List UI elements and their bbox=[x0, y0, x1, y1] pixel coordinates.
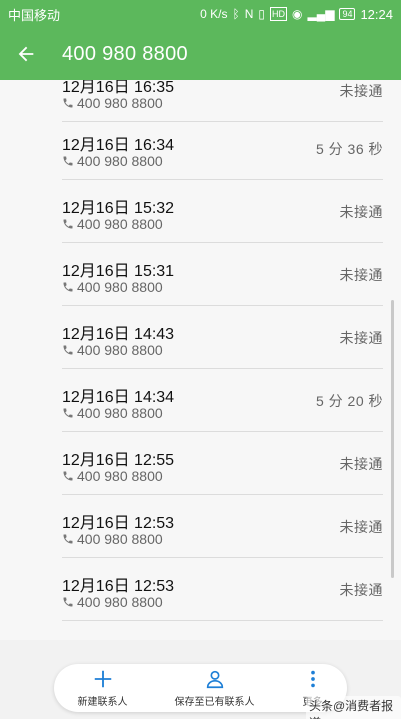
save-to-existing-label: 保存至已有联系人 bbox=[174, 697, 255, 708]
list-item[interactable]: 12月16日 14:43 400 980 8800 未接通 bbox=[62, 306, 383, 369]
call-number-text: 400 980 8800 bbox=[77, 153, 163, 169]
phone-icon bbox=[63, 408, 73, 418]
signal-icon: ▂▄▆ bbox=[307, 7, 335, 21]
call-duration: 未接通 bbox=[339, 83, 383, 99]
list-item[interactable]: 12月16日 16:34 400 980 8800 5 分 36 秒 bbox=[62, 117, 383, 180]
phone-icon bbox=[63, 156, 73, 166]
list-item[interactable]: 12月16日 15:31 400 980 8800 未接通 bbox=[62, 243, 383, 306]
phone-icon bbox=[63, 345, 73, 355]
call-date: 12月16日 16:34 bbox=[62, 137, 175, 154]
phone-icon bbox=[63, 471, 73, 481]
call-duration: 5 分 36 秒 bbox=[315, 141, 383, 157]
call-date: 12月16日 15:31 bbox=[62, 263, 175, 280]
call-number: 400 980 8800 bbox=[62, 216, 163, 232]
phone-icon bbox=[63, 282, 73, 292]
page-title: 400 980 8800 bbox=[62, 42, 188, 65]
phone-icon bbox=[63, 534, 73, 544]
call-number: 400 980 8800 bbox=[62, 531, 163, 547]
list-item[interactable]: 12月16日 12:55 400 980 8800 未接通 bbox=[62, 432, 383, 495]
call-date: 12月16日 12:53 bbox=[62, 515, 175, 532]
call-number-text: 400 980 8800 bbox=[77, 342, 163, 358]
vibrate-icon: ▯ bbox=[258, 7, 265, 21]
call-number: 400 980 8800 bbox=[62, 153, 163, 169]
call-number-text: 400 980 8800 bbox=[77, 216, 163, 232]
network-speed: 0 K/s bbox=[200, 7, 228, 21]
phone-icon bbox=[63, 597, 73, 607]
nfc-icon: N bbox=[244, 7, 254, 21]
status-icons: 0 K/s ᛒ N ▯ HD ◉ ▂▄▆ 94 12:24 bbox=[200, 7, 393, 22]
call-duration: 未接通 bbox=[339, 582, 383, 598]
eye-comfort-icon: ◉ bbox=[291, 7, 303, 21]
call-number-text: 400 980 8800 bbox=[77, 405, 163, 421]
new-contact-button[interactable]: 新建联系人 bbox=[78, 668, 128, 708]
hd-icon: HD bbox=[269, 7, 287, 21]
scrollbar[interactable] bbox=[391, 300, 394, 578]
plus-icon bbox=[94, 670, 111, 688]
list-item[interactable]: 12月16日 15:32 400 980 8800 未接通 bbox=[62, 180, 383, 243]
carrier-label: 中国移动 bbox=[8, 7, 61, 23]
bottom-action-bar: 新建联系人 保存至已有联系人 更多 bbox=[54, 664, 347, 712]
call-number-text: 400 980 8800 bbox=[77, 279, 163, 295]
call-duration: 未接通 bbox=[339, 204, 383, 220]
call-date: 12月16日 14:34 bbox=[62, 389, 175, 406]
call-date: 12月16日 15:32 bbox=[62, 200, 175, 217]
save-to-existing-button[interactable]: 保存至已有联系人 bbox=[175, 668, 255, 708]
list-item[interactable]: 12月16日 12:53 400 980 8800 未接通 bbox=[62, 495, 383, 558]
call-number-text: 400 980 8800 bbox=[77, 594, 163, 610]
call-number-text: 400 980 8800 bbox=[77, 468, 163, 484]
call-number: 400 980 8800 bbox=[62, 468, 163, 484]
call-date: 12月16日 12:53 bbox=[62, 578, 175, 595]
status-bar: 中国移动 0 K/s ᛒ N ▯ HD ◉ ▂▄▆ 94 12:24 bbox=[0, 0, 401, 28]
list-item[interactable]: 12月16日 12:53 400 980 8800 未接通 bbox=[62, 558, 383, 621]
call-number: 400 980 8800 bbox=[62, 279, 163, 295]
call-duration: 未接通 bbox=[339, 519, 383, 535]
call-duration: 未接通 bbox=[339, 267, 383, 283]
phone-icon bbox=[63, 219, 73, 229]
more-vertical-icon bbox=[310, 670, 315, 688]
person-icon bbox=[206, 670, 223, 689]
phone-icon bbox=[63, 98, 73, 108]
call-duration: 未接通 bbox=[339, 456, 383, 472]
call-date: 12月16日 14:43 bbox=[62, 326, 175, 343]
battery-icon: 94 bbox=[339, 8, 356, 20]
call-number: 400 980 8800 bbox=[62, 594, 163, 610]
call-number: 400 980 8800 bbox=[62, 95, 163, 111]
call-number: 400 980 8800 bbox=[62, 342, 163, 358]
list-item[interactable]: 12月16日 14:34 400 980 8800 5 分 20 秒 bbox=[62, 369, 383, 432]
list-item[interactable]: 12月16日 16:35 400 980 8800 未接通 bbox=[62, 80, 383, 122]
call-duration: 5 分 20 秒 bbox=[315, 393, 383, 409]
bluetooth-icon: ᛒ bbox=[232, 7, 240, 21]
call-log-list[interactable]: 12月16日 16:35 400 980 8800 未接通 12月16日 16:… bbox=[0, 80, 401, 640]
call-number: 400 980 8800 bbox=[62, 405, 163, 421]
watermark: 头条@消费者报道 bbox=[306, 696, 401, 719]
new-contact-label: 新建联系人 bbox=[77, 697, 128, 708]
call-date: 12月16日 12:55 bbox=[62, 452, 175, 469]
clock: 12:24 bbox=[360, 6, 393, 22]
app-bar: 400 980 8800 bbox=[0, 28, 401, 80]
call-number-text: 400 980 8800 bbox=[77, 95, 163, 111]
back-arrow-icon[interactable] bbox=[0, 28, 52, 80]
call-number-text: 400 980 8800 bbox=[77, 531, 163, 547]
call-duration: 未接通 bbox=[339, 330, 383, 346]
